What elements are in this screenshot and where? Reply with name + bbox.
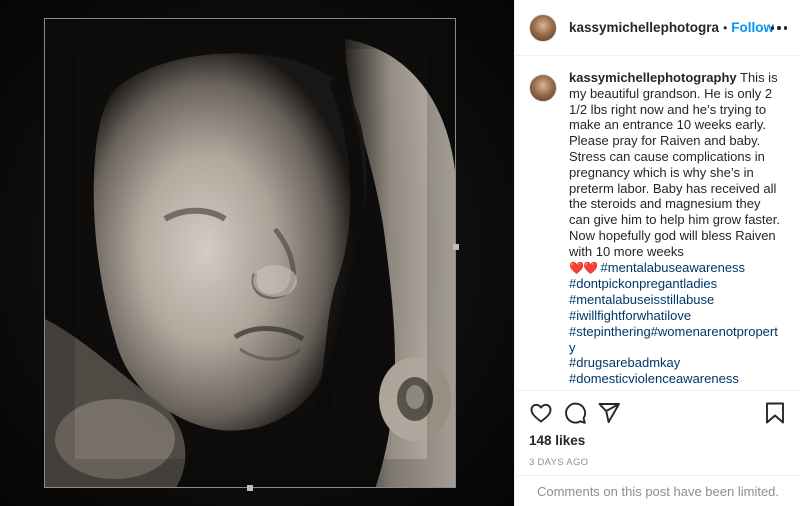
more-horizontal-icon[interactable] bbox=[769, 18, 789, 38]
frame-handle-bottom bbox=[247, 485, 253, 491]
ultrasound-photo-icon bbox=[45, 19, 455, 487]
ultrasound-image bbox=[44, 18, 456, 488]
hashtag-link[interactable]: #mentalabuseawareness bbox=[601, 260, 746, 275]
caption-username[interactable]: kassymichellephotography bbox=[569, 70, 737, 85]
hashtag-link[interactable]: #mentalabuseisstillabuse bbox=[569, 292, 714, 307]
caption-section: kassymichellephotography This is my beau… bbox=[529, 70, 795, 387]
hashtag-link[interactable]: #stepinthering#womenarenotproperty bbox=[569, 324, 778, 355]
frame-handle-right bbox=[453, 244, 459, 250]
share-icon[interactable] bbox=[597, 401, 621, 425]
post-photo[interactable] bbox=[0, 0, 514, 506]
hashtag-link[interactable]: #domesticviolenceawareness bbox=[569, 371, 739, 386]
avatar[interactable] bbox=[529, 13, 557, 42]
post-header: kassymichellephotogra • Follow bbox=[515, 0, 800, 56]
bookmark-icon[interactable] bbox=[763, 401, 787, 425]
follow-button[interactable]: Follow bbox=[731, 20, 774, 35]
comments-limited-text: Comments on this post have been limited. bbox=[536, 483, 780, 499]
caption: kassymichellephotography This is my beau… bbox=[569, 70, 783, 387]
comment-icon[interactable] bbox=[563, 401, 587, 425]
hashtag-link[interactable]: #dontpickonpregantladies bbox=[569, 276, 717, 291]
comments-limited-bar: Comments on this post have been limited. bbox=[515, 475, 800, 506]
header-username[interactable]: kassymichellephotogra bbox=[569, 20, 719, 35]
likes-count[interactable]: 148 likes bbox=[529, 433, 787, 448]
caption-text: This is my beautiful grandson. He is onl… bbox=[569, 70, 780, 259]
post-date[interactable]: 3 DAYS AGO bbox=[529, 457, 787, 468]
caption-avatar[interactable] bbox=[529, 74, 557, 102]
hashtag-link[interactable]: #iwillfightforwhatilove bbox=[569, 308, 691, 323]
hearts-emoji: ❤️❤️ bbox=[569, 260, 598, 275]
post-details-panel: kassymichellephotogra • Follow kassymich… bbox=[514, 0, 800, 506]
separator-dot: • bbox=[723, 20, 728, 35]
post-actions: 148 likes 3 DAYS AGO bbox=[515, 390, 800, 468]
action-icons bbox=[529, 391, 787, 433]
hashtag-link[interactable]: #drugsarebadmkay bbox=[569, 355, 680, 370]
heart-icon[interactable] bbox=[529, 401, 553, 425]
